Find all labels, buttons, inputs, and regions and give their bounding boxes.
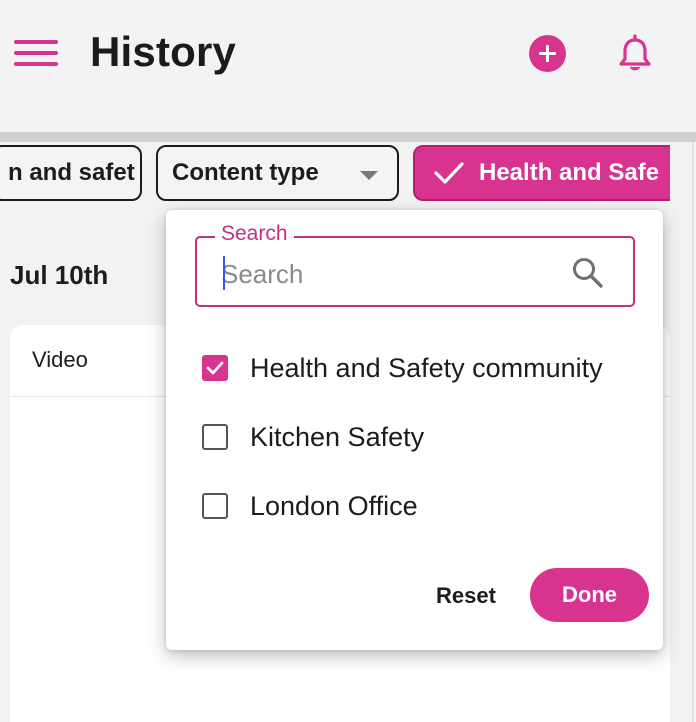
checkbox-unchecked-icon[interactable] xyxy=(202,424,228,450)
filter-dropdown-menu: Search Health and Safety community Kitch… xyxy=(166,210,663,650)
done-button[interactable]: Done xyxy=(530,568,649,622)
filter-chip-health-and-safety-selected[interactable]: Health and Safe xyxy=(413,145,696,201)
app-header: History xyxy=(0,0,696,132)
search-icon[interactable] xyxy=(570,255,606,291)
option-health-and-safety-community[interactable]: Health and Safety community xyxy=(202,348,603,388)
checkbox-unchecked-icon[interactable] xyxy=(202,493,228,519)
search-field[interactable]: Search xyxy=(195,222,635,307)
hamburger-menu-icon[interactable] xyxy=(14,38,58,70)
filter-chip-content-type[interactable]: Content type xyxy=(156,145,399,201)
option-label: Kitchen Safety xyxy=(250,421,425,452)
bell-icon[interactable] xyxy=(616,34,654,74)
page-title: History xyxy=(90,28,237,75)
option-london-office[interactable]: London Office xyxy=(202,486,418,526)
option-label: London Office xyxy=(250,490,418,521)
filter-chip-label: Content type xyxy=(172,159,319,186)
scroll-edge xyxy=(692,142,694,722)
add-circle-icon[interactable] xyxy=(529,35,566,72)
search-field-label: Search xyxy=(215,222,294,246)
filter-chip-label: n and safet xyxy=(8,159,135,186)
search-input[interactable] xyxy=(221,258,561,290)
filter-chip-health-and-safety-partial[interactable]: n and safet xyxy=(0,145,142,201)
option-kitchen-safety[interactable]: Kitchen Safety xyxy=(202,417,424,457)
date-heading: Jul 10th xyxy=(10,260,109,290)
checkbox-checked-icon[interactable] xyxy=(202,355,228,381)
dropdown-caret-icon xyxy=(360,171,378,180)
reset-button[interactable]: Reset xyxy=(416,580,516,612)
option-label: Health and Safety community xyxy=(250,352,603,383)
text-cursor xyxy=(223,256,225,290)
filter-chip-label: Health and Safe xyxy=(479,159,660,186)
header-divider xyxy=(0,132,696,142)
check-icon xyxy=(434,162,464,184)
card-content-type-label: Video xyxy=(32,347,88,372)
